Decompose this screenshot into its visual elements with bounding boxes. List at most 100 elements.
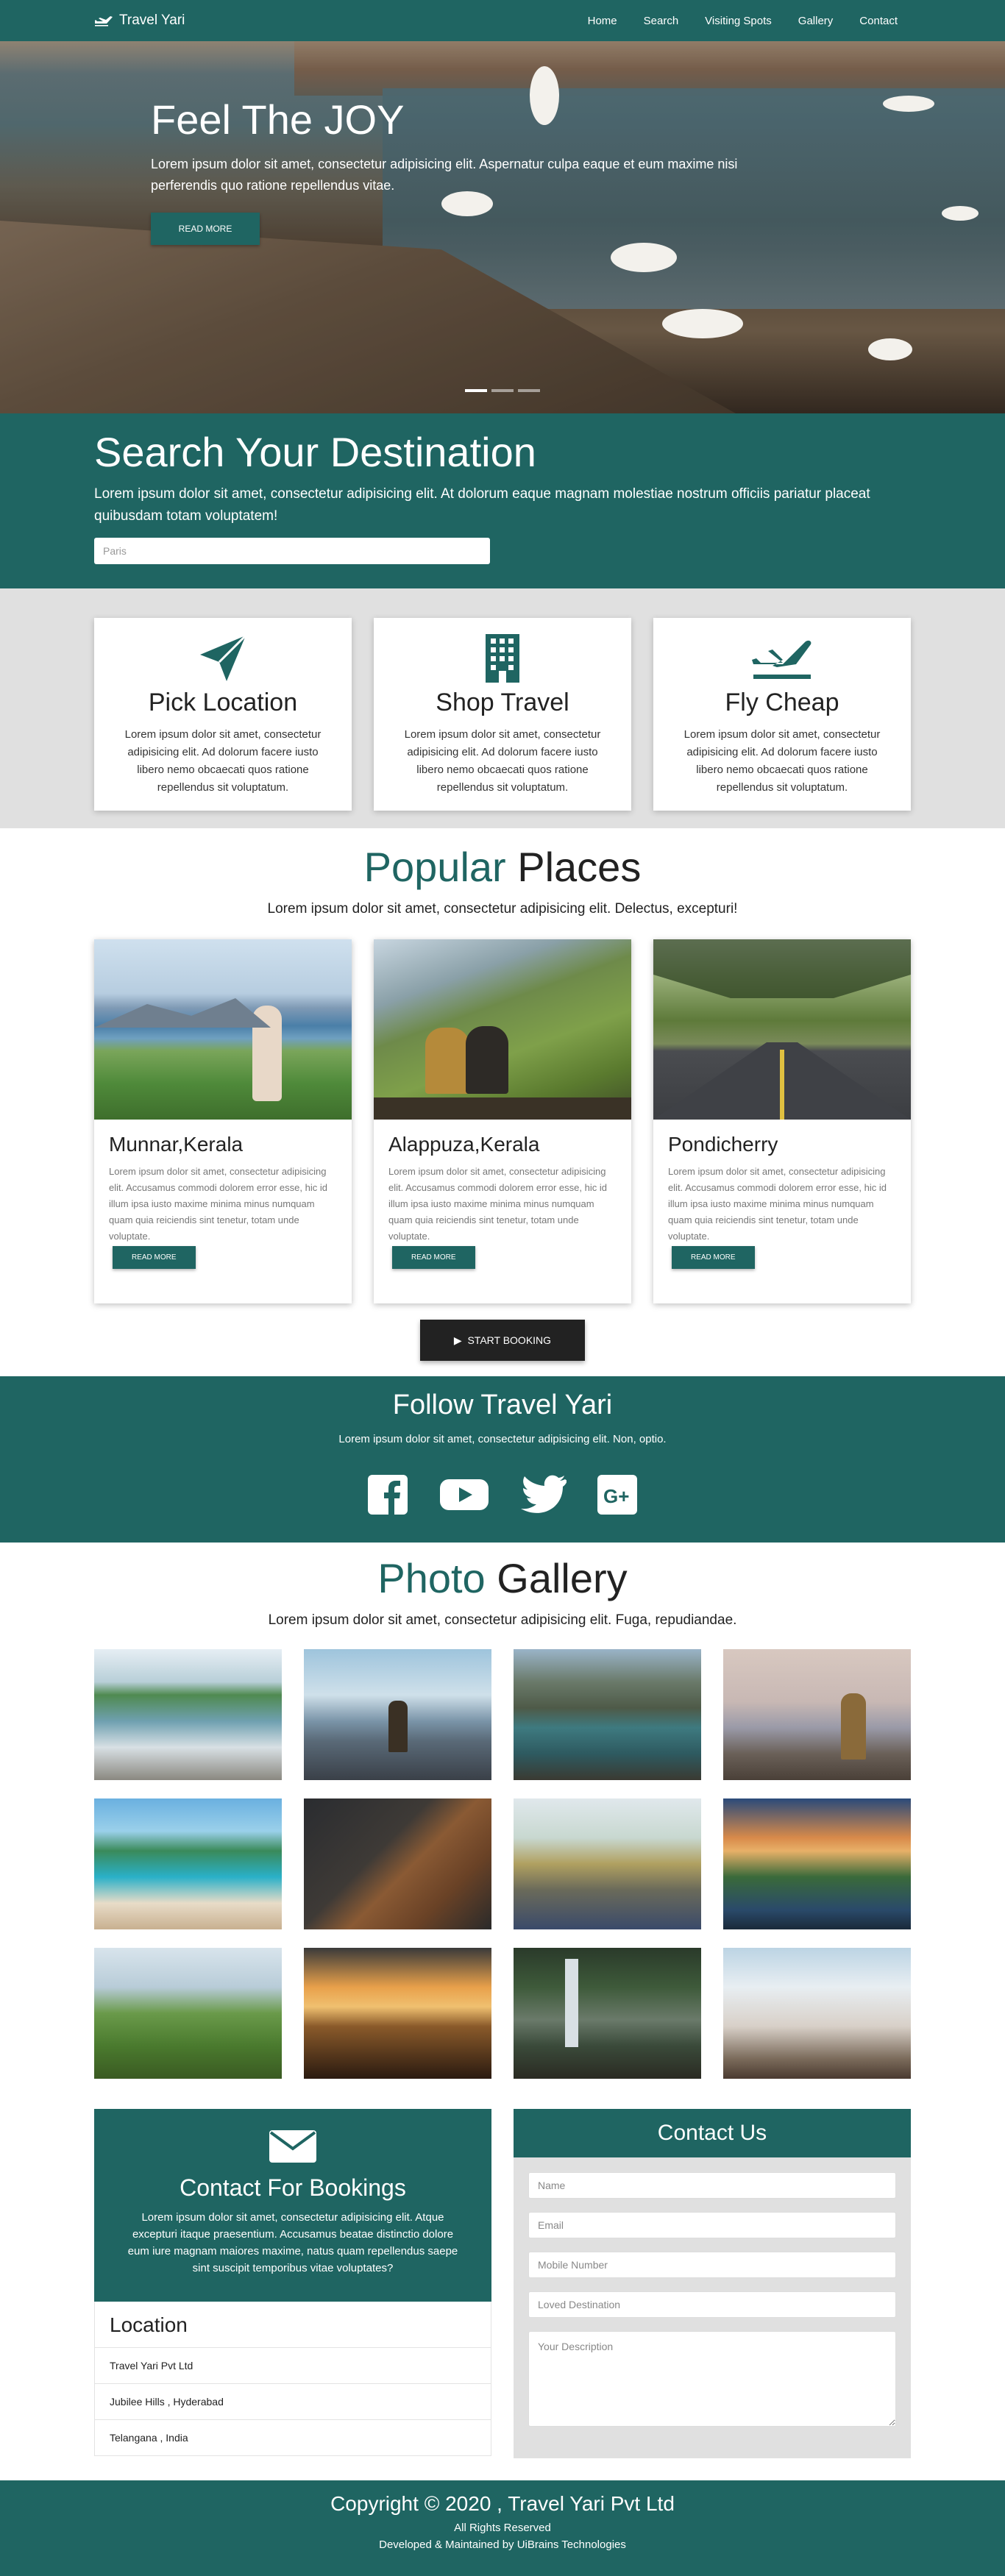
nav-link-visiting-spots[interactable]: Visiting Spots [692, 15, 785, 27]
hero-read-more-button[interactable]: READ MORE [151, 213, 260, 245]
location-line: Telangana , India [95, 2419, 491, 2455]
search-text: Lorem ipsum dolor sit amet, consectetur … [94, 486, 870, 524]
location-title: Location [110, 2313, 188, 2336]
section-subtitle: Lorem ipsum dolor sit amet, consectetur … [268, 1612, 737, 1628]
hero-content: Feel The JOY Lorem ipsum dolor sit amet,… [151, 96, 813, 245]
gallery-image[interactable] [514, 1649, 701, 1780]
place-image-pondicherry [653, 939, 911, 1120]
footer-developer: Developed & Maintained by UiBrains Techn… [379, 2538, 626, 2551]
brand-link[interactable]: Travel Yari [94, 13, 185, 29]
hero-text: Lorem ipsum dolor sit amet, consectetur … [151, 157, 738, 193]
feature-text: Lorem ipsum dolor sit amet, consectetur … [683, 728, 881, 794]
place-text: Lorem ipsum dolor sit amet, consectetur … [668, 1166, 887, 1242]
feature-card: Fly Cheap Lorem ipsum dolor sit amet, co… [653, 618, 911, 811]
start-booking-label: START BOOKING [467, 1334, 552, 1346]
follow-text: Lorem ipsum dolor sit amet, consectetur … [338, 1433, 667, 1445]
place-read-more-button[interactable]: READ MORE [113, 1246, 196, 1269]
paper-plane-icon [200, 634, 247, 681]
gallery-image[interactable] [304, 1649, 491, 1780]
place-card: Alappuza,Kerala Lorem ipsum dolor sit am… [374, 939, 631, 1303]
gallery-image[interactable] [723, 1798, 911, 1929]
places-list: Munnar,Kerala Lorem ipsum dolor sit amet… [94, 939, 911, 1303]
carousel-indicator[interactable] [465, 389, 487, 392]
search-title: Search Your Destination [94, 429, 536, 475]
footer-rights: All Rights Reserved [454, 2522, 551, 2534]
feature-text: Lorem ipsum dolor sit amet, consectetur … [124, 728, 322, 794]
place-image-munnar [94, 939, 352, 1120]
carousel-indicator[interactable] [518, 389, 540, 392]
nav-link-contact[interactable]: Contact [846, 15, 911, 27]
airplane-icon [752, 640, 812, 679]
title-rest: Places [505, 844, 642, 890]
twitter-icon[interactable] [519, 1473, 567, 1516]
youtube-icon[interactable] [438, 1473, 490, 1516]
feature-card: Pick Location Lorem ipsum dolor sit amet… [94, 618, 352, 811]
follow-title: Follow Travel Yari [392, 1390, 613, 1420]
photo-gallery-section: Photo Gallery Lorem ipsum dolor sit amet… [0, 1543, 1005, 2109]
place-text: Lorem ipsum dolor sit amet, consectetur … [109, 1166, 327, 1242]
feature-card: Shop Travel Lorem ipsum dolor sit amet, … [374, 618, 631, 811]
contact-bookings-box: Contact For Bookings Lorem ipsum dolor s… [94, 2109, 491, 2302]
gull-image [868, 338, 912, 360]
facebook-icon[interactable] [366, 1473, 409, 1516]
features-section: Pick Location Lorem ipsum dolor sit amet… [0, 588, 1005, 828]
place-card: Pondicherry Lorem ipsum dolor sit amet, … [653, 939, 911, 1303]
loved-destination-field[interactable] [528, 2291, 896, 2318]
feature-title: Fly Cheap [725, 689, 839, 716]
place-name: Alappuza,Kerala [388, 1133, 540, 1156]
hero-carousel[interactable]: Feel The JOY Lorem ipsum dolor sit amet,… [0, 0, 1005, 413]
gallery-image[interactable] [514, 1948, 701, 2079]
google-plus-icon[interactable]: G+ [596, 1473, 639, 1516]
gallery-image[interactable] [94, 1649, 282, 1780]
description-textarea[interactable] [528, 2331, 896, 2427]
navbar: Travel Yari Home Search Visiting Spots G… [0, 0, 1005, 41]
gull-image [883, 96, 934, 112]
feature-title: Pick Location [148, 689, 298, 716]
contact-section: Contact For Bookings Lorem ipsum dolor s… [0, 2109, 1005, 2480]
gallery-image[interactable] [304, 1948, 491, 2079]
feature-text: Lorem ipsum dolor sit amet, consectetur … [404, 728, 601, 794]
gallery-image[interactable] [94, 1948, 282, 2079]
svg-text:G+: G+ [603, 1485, 629, 1507]
name-field[interactable] [528, 2172, 896, 2199]
nav-menu: Home Search Visiting Spots Gallery Conta… [575, 15, 911, 27]
gallery-image[interactable] [304, 1798, 491, 1929]
place-image-alappuza [374, 939, 631, 1120]
footer-copyright: Copyright © 2020 , Travel Yari Pvt Ltd [330, 2492, 675, 2515]
gallery-image[interactable] [723, 1649, 911, 1780]
email-field[interactable] [528, 2212, 896, 2238]
swan-image [662, 309, 743, 338]
place-card: Munnar,Kerala Lorem ipsum dolor sit amet… [94, 939, 352, 1303]
gallery-image[interactable] [514, 1798, 701, 1929]
follow-section: Follow Travel Yari Lorem ipsum dolor sit… [0, 1376, 1005, 1543]
place-read-more-button[interactable]: READ MORE [672, 1246, 755, 1269]
bookings-title: Contact For Bookings [180, 2174, 406, 2201]
gallery-image[interactable] [94, 1798, 282, 1929]
airplane-icon [95, 16, 113, 26]
play-icon: ▶ [453, 1334, 468, 1346]
gull-image [942, 206, 979, 221]
footer: Copyright © 2020 , Travel Yari Pvt Ltd A… [0, 2480, 1005, 2576]
nav-link-search[interactable]: Search [631, 15, 692, 27]
location-line: Travel Yari Pvt Ltd [95, 2347, 491, 2383]
place-name: Munnar,Kerala [109, 1133, 244, 1156]
title-accent: Popular [363, 844, 506, 890]
mobile-number-field[interactable] [528, 2252, 896, 2278]
place-read-more-button[interactable]: READ MORE [392, 1246, 475, 1269]
destination-search-input[interactable] [94, 538, 490, 564]
gallery-image[interactable] [723, 1948, 911, 2079]
nav-link-home[interactable]: Home [575, 15, 631, 27]
section-title: Popular Places [94, 843, 911, 891]
gallery-grid [94, 1649, 911, 2079]
start-booking-button[interactable]: ▶ START BOOKING [420, 1320, 585, 1361]
title-accent: Photo [377, 1555, 486, 1601]
section-title: Photo Gallery [94, 1554, 911, 1602]
location-card: Location Travel Yari Pvt Ltd Jubilee Hil… [94, 2302, 491, 2456]
nav-link-gallery[interactable]: Gallery [785, 15, 847, 27]
title-rest: Gallery [485, 1555, 628, 1601]
location-list: Travel Yari Pvt Ltd Jubilee Hills , Hyde… [95, 2347, 491, 2455]
contact-form-title: Contact Us [514, 2109, 911, 2157]
envelope-icon [269, 2130, 316, 2163]
brand-name: Travel Yari [119, 13, 185, 28]
carousel-indicator[interactable] [491, 389, 514, 392]
